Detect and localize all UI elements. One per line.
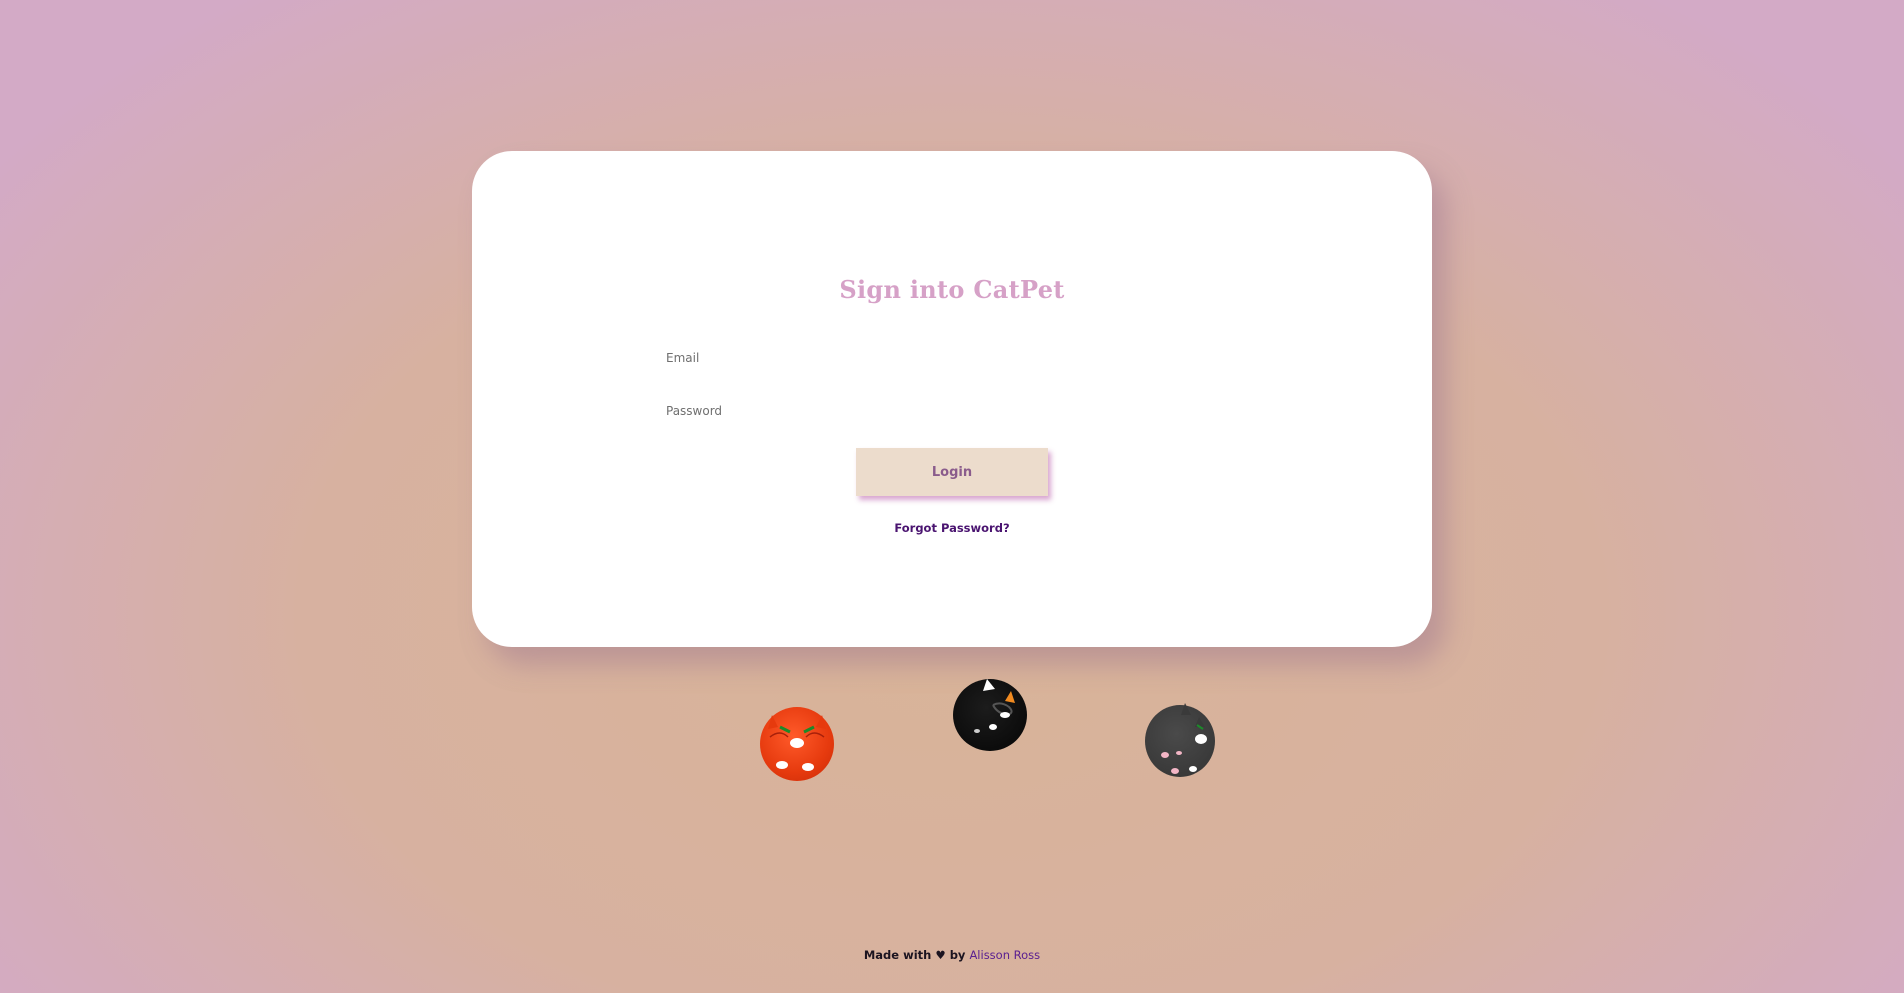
page-title: Sign into CatPet [839, 275, 1065, 304]
black-cat-icon[interactable] [953, 679, 1027, 751]
author-link[interactable]: Alisson Ross [969, 948, 1040, 962]
password-field[interactable] [664, 397, 1244, 425]
orange-cat-icon[interactable] [760, 707, 834, 781]
footer: Made with ♥ by Alisson Ross [0, 948, 1904, 962]
forgot-password-link[interactable]: Forgot Password? [472, 521, 1432, 535]
heart-icon: ♥ [935, 948, 946, 962]
gray-cat-icon[interactable] [1145, 703, 1215, 777]
login-button[interactable]: Login [856, 448, 1048, 496]
login-card: Sign into CatPet Login Forgot Password? [472, 151, 1432, 647]
footer-by: by [949, 948, 966, 962]
email-field[interactable] [664, 344, 1244, 372]
footer-made-with: Made with [863, 948, 932, 962]
